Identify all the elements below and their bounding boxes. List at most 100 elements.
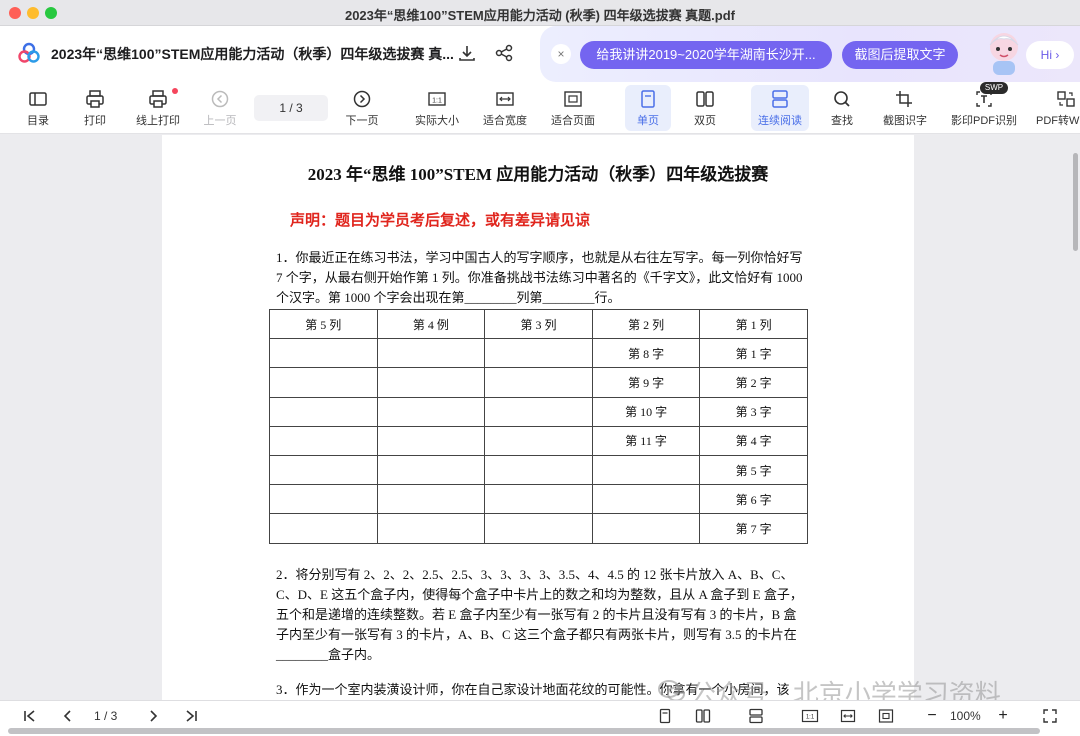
continuous-view-icon[interactable] [746,706,766,726]
toc-button[interactable]: 目录 [18,82,58,134]
window-titlebar: 2023年“思维100”STEM应用能力活动 (秋季) 四年级选拔赛 真题.pd… [0,0,1080,26]
screenshot-ocr-button[interactable]: 截图识字 [877,82,933,134]
assistant-greeting-button[interactable]: Hi › [1026,41,1074,69]
table-header-cell: 第 3 列 [484,308,593,340]
actual-size-button[interactable]: 1:1 实际大小 [410,82,464,134]
svg-text:1:1: 1:1 [432,98,442,105]
table-cell [591,513,701,544]
pdf-convert-button[interactable]: PDF转W [1036,82,1080,134]
double-page-view-icon[interactable] [693,706,713,726]
continuous-reading-label: 连续阅读 [758,115,802,127]
table-cell [269,425,378,456]
table-cell [484,367,593,398]
table-header-cell: 第 5 列 [269,308,378,340]
table-cell [484,513,593,544]
bottom-navigation-bar: 1 / 3 1:1 − 100% + [0,700,1080,736]
prev-page-button[interactable]: 上一页 [200,82,240,134]
print-label: 打印 [84,115,106,127]
assistant-mascot-icon[interactable] [984,29,1024,77]
continuous-reading-button[interactable]: 连续阅读 [752,82,808,134]
zoom-level[interactable]: 100% [950,706,981,726]
convert-icon [1057,91,1075,107]
zoom-in-button[interactable]: + [993,706,1013,726]
single-page-icon [641,90,655,108]
table-cell: 第 11 字 [591,425,701,456]
chevron-right-icon[interactable] [143,706,163,726]
table-cell: 第 10 字 [591,396,701,427]
table-cell [484,396,593,427]
screenshot-extract-text-chip[interactable]: 截图后提取文字 [842,41,958,69]
document-heading: 2023 年“思维 100”STEM 应用能力活动（秋季）四年级选拔赛 [307,165,769,184]
horizontal-scrollbar[interactable] [8,728,1040,734]
window-title: 2023年“思维100”STEM应用能力活动 (秋季) 四年级选拔赛 真题.pd… [344,8,736,23]
actual-size-icon[interactable]: 1:1 [800,706,820,726]
fit-width-icon [496,92,514,106]
screenshot-ocr-label: 截图识字 [883,115,927,127]
close-icon[interactable]: × [551,44,571,64]
ai-suggestion-chip[interactable]: 给我讲讲2019~2020学年湖南长沙开... [580,41,832,69]
next-page-label: 下一页 [345,115,379,127]
chevron-left-icon[interactable] [58,706,78,726]
disclaimer-notice: 声明：题目为学员考后复述，或有差异请见谅 [290,213,591,229]
fit-page-icon[interactable] [876,706,896,726]
prev-page-label: 上一页 [203,115,237,127]
last-page-icon[interactable] [181,706,201,726]
table-cell [376,338,486,369]
main-toolbar: 目录 打印 线上打印 上一页 下一页 1:1 实际大小 适合宽度 适合页面 单页… [0,82,1080,134]
page-number-input[interactable]: 1 / 3 [254,95,328,121]
swp-badge: SWP [980,82,1008,94]
double-page-button[interactable]: 双页 [685,82,725,134]
document-viewport[interactable]: 2023 年“思维 100”STEM 应用能力活动（秋季）四年级选拔赛 声明：题… [0,135,1080,700]
fit-width-label: 适合宽度 [483,115,527,127]
zoom-out-button[interactable]: − [922,706,942,726]
question-1-text: 1．你最近正在练习书法，学习中国古人的写字顺序，也就是从右往左写字。每一列你恰好… [276,250,803,305]
crop-icon [896,91,912,107]
calligraphy-column-table: 第 5 列 第 4 例 第 3 列 第 2 列 第 1 列 第 8 字 第 1 … [269,308,808,544]
ai-assistant-panel: × 给我讲讲2019~2020学年湖南长沙开... 截图后提取文字 Hi › [540,26,1080,82]
table-cell [376,454,486,486]
table-row: 第 8 字 第 1 字 [269,338,808,369]
single-page-button[interactable]: 单页 [628,82,668,134]
fit-page-label: 适合页面 [551,115,595,127]
bottom-page-indicator[interactable]: 1 / 3 [94,706,117,726]
table-cell [269,513,378,544]
table-cell: 第 3 字 [699,396,808,427]
app-logo-icon [18,42,40,63]
print-button[interactable]: 打印 [75,82,115,134]
find-button[interactable]: 查找 [822,82,862,134]
fullscreen-icon[interactable] [1040,706,1060,726]
first-page-icon[interactable] [20,706,40,726]
fit-page-icon [564,91,582,107]
next-page-button[interactable]: 下一页 [342,82,382,134]
table-cell [269,367,378,398]
print-icon [86,90,104,108]
fit-page-button[interactable]: 适合页面 [546,82,600,134]
table-cell [376,484,486,515]
table-cell [269,454,378,486]
toc-icon [29,92,47,106]
table-cell: 第 8 字 [591,338,701,369]
table-cell: 第 6 字 [699,484,808,515]
fit-width-icon[interactable] [838,706,858,726]
notification-dot [172,88,178,94]
find-label: 查找 [831,115,853,127]
vertical-scrollbar[interactable] [1073,153,1078,251]
fit-width-button[interactable]: 适合宽度 [478,82,532,134]
table-cell: 第 9 字 [591,367,701,398]
table-header-cell: 第 2 列 [591,308,701,340]
svg-text:1:1: 1:1 [806,715,815,721]
pdf-page: 2023 年“思维 100”STEM 应用能力活动（秋季）四年级选拔赛 声明：题… [162,135,914,700]
table-cell [484,425,593,456]
table-cell: 第 1 字 [699,338,808,369]
table-cell [484,484,593,515]
download-icon[interactable] [456,42,478,64]
share-icon[interactable] [493,42,515,64]
table-row: 第 7 字 [269,513,808,544]
table-cell [376,367,486,398]
chevron-right-circle-icon [353,90,371,108]
table-cell: 第 5 字 [699,454,808,486]
scan-pdf-ocr-label: 影印PDF识别 [951,115,1017,127]
actual-size-label: 实际大小 [415,115,459,127]
single-page-label: 单页 [637,115,659,127]
single-page-view-icon[interactable] [655,706,675,726]
